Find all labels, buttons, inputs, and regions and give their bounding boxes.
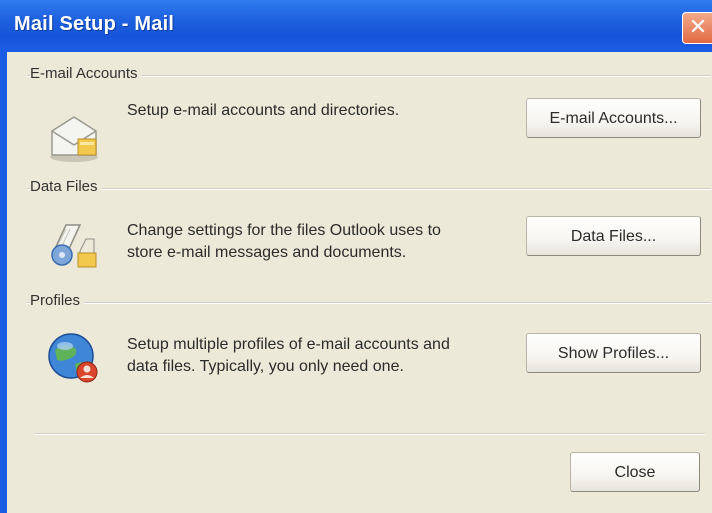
mail-setup-dialog: Mail Setup - Mail ✕ E-mail Accounts Setu… xyxy=(0,0,712,513)
profiles-description-line-2: data files. Typically, you only need one… xyxy=(127,358,404,375)
profiles-description-line-1: Setup multiple profiles of e-mail accoun… xyxy=(127,336,450,353)
data-files-icon xyxy=(51,224,97,268)
close-button[interactable]: Close xyxy=(570,452,700,492)
data-files-section-heading: Data Files xyxy=(30,178,102,195)
footer-divider xyxy=(35,433,705,435)
window-frame-left xyxy=(0,52,7,513)
profiles-icon xyxy=(48,333,98,383)
email-accounts-icon xyxy=(50,116,98,162)
profiles-section-divider xyxy=(27,302,711,304)
data-files-section-description: Change settings for the files Outlook us… xyxy=(127,220,507,264)
profiles-section-description: Setup multiple profiles of e-mail accoun… xyxy=(127,334,507,378)
data-files-description-line-2: store e-mail messages and documents. xyxy=(127,244,407,261)
window-close-icon[interactable]: ✕ xyxy=(682,12,712,44)
show-profiles-button[interactable]: Show Profiles... xyxy=(526,333,701,373)
data-files-button[interactable]: Data Files... xyxy=(526,216,701,256)
email-accounts-button[interactable]: E-mail Accounts... xyxy=(526,98,701,138)
email-section-heading: E-mail Accounts xyxy=(30,65,142,82)
profiles-section-heading: Profiles xyxy=(30,292,85,309)
data-files-description-line-1: Change settings for the files Outlook us… xyxy=(127,222,441,239)
window-title: Mail Setup - Mail xyxy=(14,13,175,35)
dialog-body: E-mail Accounts Setup e-mail accounts an… xyxy=(7,52,712,513)
data-files-section-divider xyxy=(27,188,711,190)
title-bar[interactable]: Mail Setup - Mail ✕ xyxy=(0,0,712,52)
email-section-description: Setup e-mail accounts and directories. xyxy=(127,102,400,119)
